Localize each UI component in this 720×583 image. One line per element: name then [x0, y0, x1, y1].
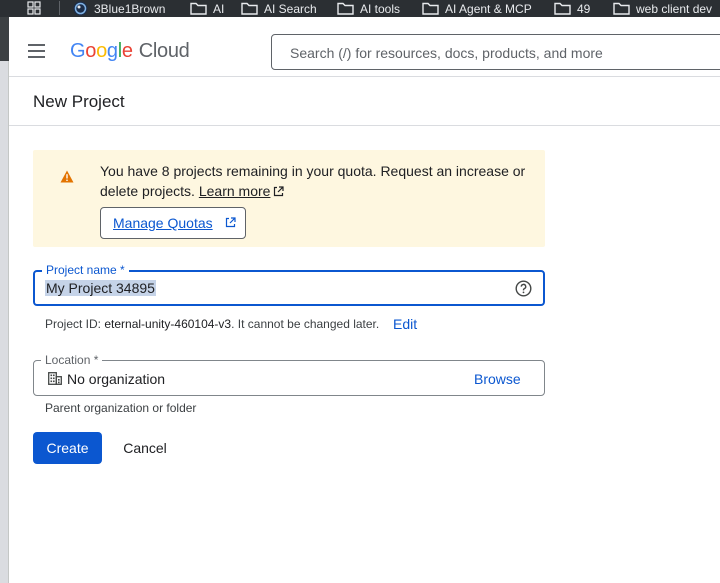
logo-letter: o	[85, 40, 97, 62]
bookmark-folder-ai-tools[interactable]: AI tools	[337, 0, 400, 17]
bookmark-label: web client dev	[636, 1, 713, 16]
page-title: New Project	[33, 92, 125, 111]
quota-message-text: You have 8 projects remaining in your qu…	[100, 163, 526, 199]
project-name-value[interactable]: My Project 34895	[45, 280, 156, 296]
window-left-edge-dark	[0, 17, 9, 61]
edit-project-id-button[interactable]: Edit	[393, 316, 417, 332]
bookmark-folder-ai-agent-mcp[interactable]: AI Agent & MCP	[422, 0, 532, 17]
bookmark-label: AI Search	[264, 1, 317, 16]
create-button[interactable]: Create	[33, 432, 102, 464]
bookmarks-separator	[59, 1, 60, 15]
bookmark-folder-ai[interactable]: AI	[190, 0, 224, 17]
folder-icon	[241, 2, 258, 15]
logo-letter: o	[96, 40, 107, 62]
bookmark-label: 3Blue1Brown	[94, 1, 166, 16]
external-link-icon	[274, 186, 285, 197]
project-id-suffix: . It cannot be changed later.	[231, 317, 380, 331]
project-id-value: eternal-unity-460104-v3	[104, 317, 232, 331]
bookmark-folder-ai-search[interactable]: AI Search	[241, 0, 317, 17]
folder-icon	[613, 2, 630, 15]
search-placeholder: Search (/) for resources, docs, products…	[290, 45, 603, 61]
main-menu-button[interactable]	[27, 43, 47, 59]
location-hint: Parent organization or folder	[45, 401, 197, 415]
top-header: Google Cloud Search (/) for resources, do…	[9, 17, 720, 77]
logo-letter: g	[106, 40, 118, 62]
project-id-prefix: Project ID:	[45, 317, 105, 331]
external-link-icon	[225, 217, 236, 228]
quota-banner: You have 8 projects remaining in your qu…	[33, 150, 545, 247]
search-input[interactable]: Search (/) for resources, docs, products…	[271, 34, 720, 70]
help-icon[interactable]	[515, 280, 532, 297]
bookmark-folder-49[interactable]: 49	[554, 0, 590, 17]
folder-icon	[422, 2, 439, 15]
learn-more-link[interactable]: Learn more	[199, 183, 271, 199]
apps-grid-icon[interactable]	[27, 1, 41, 15]
location-value: No organization	[67, 371, 166, 387]
window-left-edge	[0, 17, 9, 583]
page-title-bar: New Project	[9, 77, 720, 126]
manage-quotas-label: Manage Quotas	[113, 215, 213, 231]
manage-quotas-button[interactable]: Manage Quotas	[100, 207, 246, 239]
bookmark-label: 49	[577, 1, 591, 16]
folder-icon	[554, 2, 571, 15]
google-cloud-logo[interactable]: Google Cloud	[70, 40, 190, 63]
project-name-field[interactable]: Project name * My Project 34895	[33, 263, 545, 306]
project-id-text: Project ID: eternal-unity-460104-v3. It …	[45, 317, 379, 331]
logo-letter: e	[121, 40, 133, 62]
bookmark-label: AI	[213, 1, 225, 16]
3b1b-icon	[73, 1, 88, 16]
location-field[interactable]: Location * No organization Browse	[33, 353, 545, 396]
logo-letter: G	[70, 40, 86, 62]
browse-button[interactable]: Browse	[474, 371, 521, 387]
bookmark-3blue1brown[interactable]: 3Blue1Brown	[73, 0, 165, 17]
bookmark-folder-web-client-dev[interactable]: web client dev	[613, 0, 712, 17]
cancel-button[interactable]: Cancel	[112, 432, 178, 464]
logo-product: Cloud	[138, 40, 190, 62]
organization-icon	[48, 372, 62, 385]
bookmarks-bar: 3Blue1Brown AI AI Search AI tools AI Age…	[0, 0, 720, 17]
menu-icon	[28, 44, 45, 46]
project-name-label: Project name *	[42, 263, 129, 277]
menu-icon-bar	[28, 56, 45, 58]
bookmark-label: AI Agent & MCP	[445, 1, 532, 16]
menu-icon-bar	[28, 50, 45, 52]
folder-icon	[337, 2, 354, 15]
location-label: Location *	[41, 353, 103, 367]
warning-icon	[60, 170, 74, 183]
bookmark-label: AI tools	[360, 1, 401, 16]
quota-message: You have 8 projects remaining in your qu…	[100, 161, 540, 201]
folder-icon	[190, 2, 207, 15]
